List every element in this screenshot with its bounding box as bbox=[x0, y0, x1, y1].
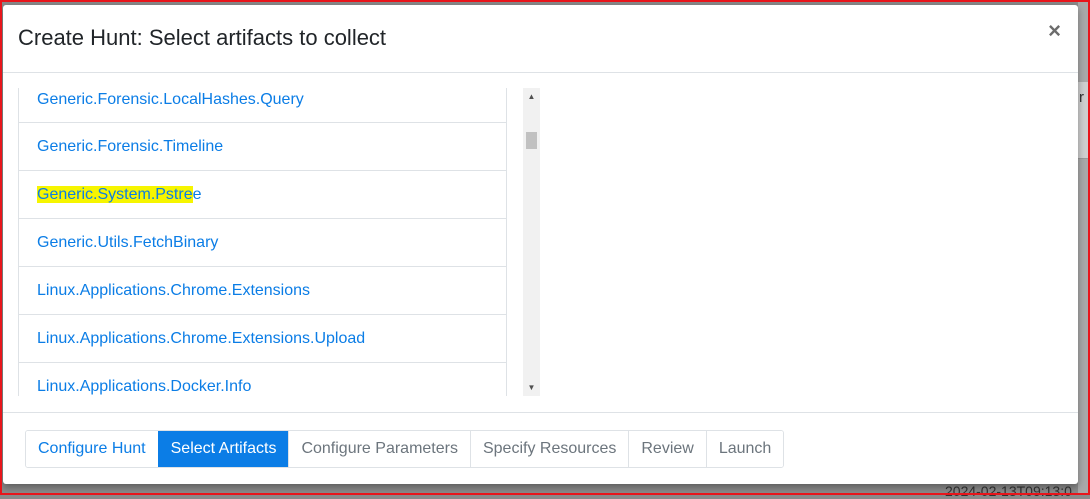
list-item-artifact[interactable]: Generic.Utils.FetchBinary bbox=[18, 219, 507, 267]
launch-button[interactable]: Launch bbox=[705, 431, 784, 467]
specify-resources-button[interactable]: Specify Resources bbox=[469, 431, 629, 467]
background-timestamp: 2024-02-13T09:13:0 bbox=[945, 483, 1072, 499]
configure-parameters-button[interactable]: Configure Parameters bbox=[288, 431, 470, 467]
artifact-list-scrollbar[interactable]: ▲ ▼ bbox=[523, 88, 540, 396]
close-icon[interactable]: × bbox=[1048, 20, 1061, 42]
background-clipped-text: r bbox=[1079, 89, 1084, 106]
scroll-thumb[interactable] bbox=[526, 132, 537, 149]
dialog-footer: Configure Hunt Select Artifacts Configur… bbox=[3, 412, 1078, 484]
dialog-title: Create Hunt: Select artifacts to collect bbox=[18, 25, 387, 50]
select-artifacts-button[interactable]: Select Artifacts bbox=[157, 431, 289, 467]
wizard-steps: Configure Hunt Select Artifacts Configur… bbox=[25, 430, 785, 468]
highlighted-text: Generic.System.Pstre bbox=[37, 186, 193, 203]
scroll-down-icon[interactable]: ▼ bbox=[523, 379, 540, 396]
configure-hunt-button[interactable]: Configure Hunt bbox=[26, 431, 158, 467]
list-item-artifact[interactable]: Linux.Applications.Docker.Info bbox=[18, 363, 507, 396]
list-item-artifact-highlighted[interactable]: Generic.System.Pstree bbox=[18, 171, 507, 219]
scroll-up-icon[interactable]: ▲ bbox=[523, 88, 540, 105]
artifact-list: Generic.Forensic.LocalHashes.Query Gener… bbox=[18, 88, 507, 396]
create-hunt-dialog: Create Hunt: Select artifacts to collect… bbox=[3, 5, 1078, 484]
list-item-artifact[interactable]: Generic.Forensic.Timeline bbox=[18, 123, 507, 171]
list-item-artifact[interactable]: Linux.Applications.Chrome.Extensions bbox=[18, 267, 507, 315]
list-item-artifact[interactable]: Generic.Forensic.LocalHashes.Query bbox=[18, 88, 507, 123]
list-item-artifact[interactable]: Linux.Applications.Chrome.Extensions.Upl… bbox=[18, 315, 507, 363]
artifact-label-rest: e bbox=[192, 186, 202, 203]
review-button[interactable]: Review bbox=[628, 431, 706, 467]
dialog-header: Create Hunt: Select artifacts to collect… bbox=[3, 5, 1078, 73]
artifact-list-viewport: Generic.Forensic.LocalHashes.Query Gener… bbox=[18, 88, 540, 396]
background-page-edge: r bbox=[1078, 0, 1090, 495]
